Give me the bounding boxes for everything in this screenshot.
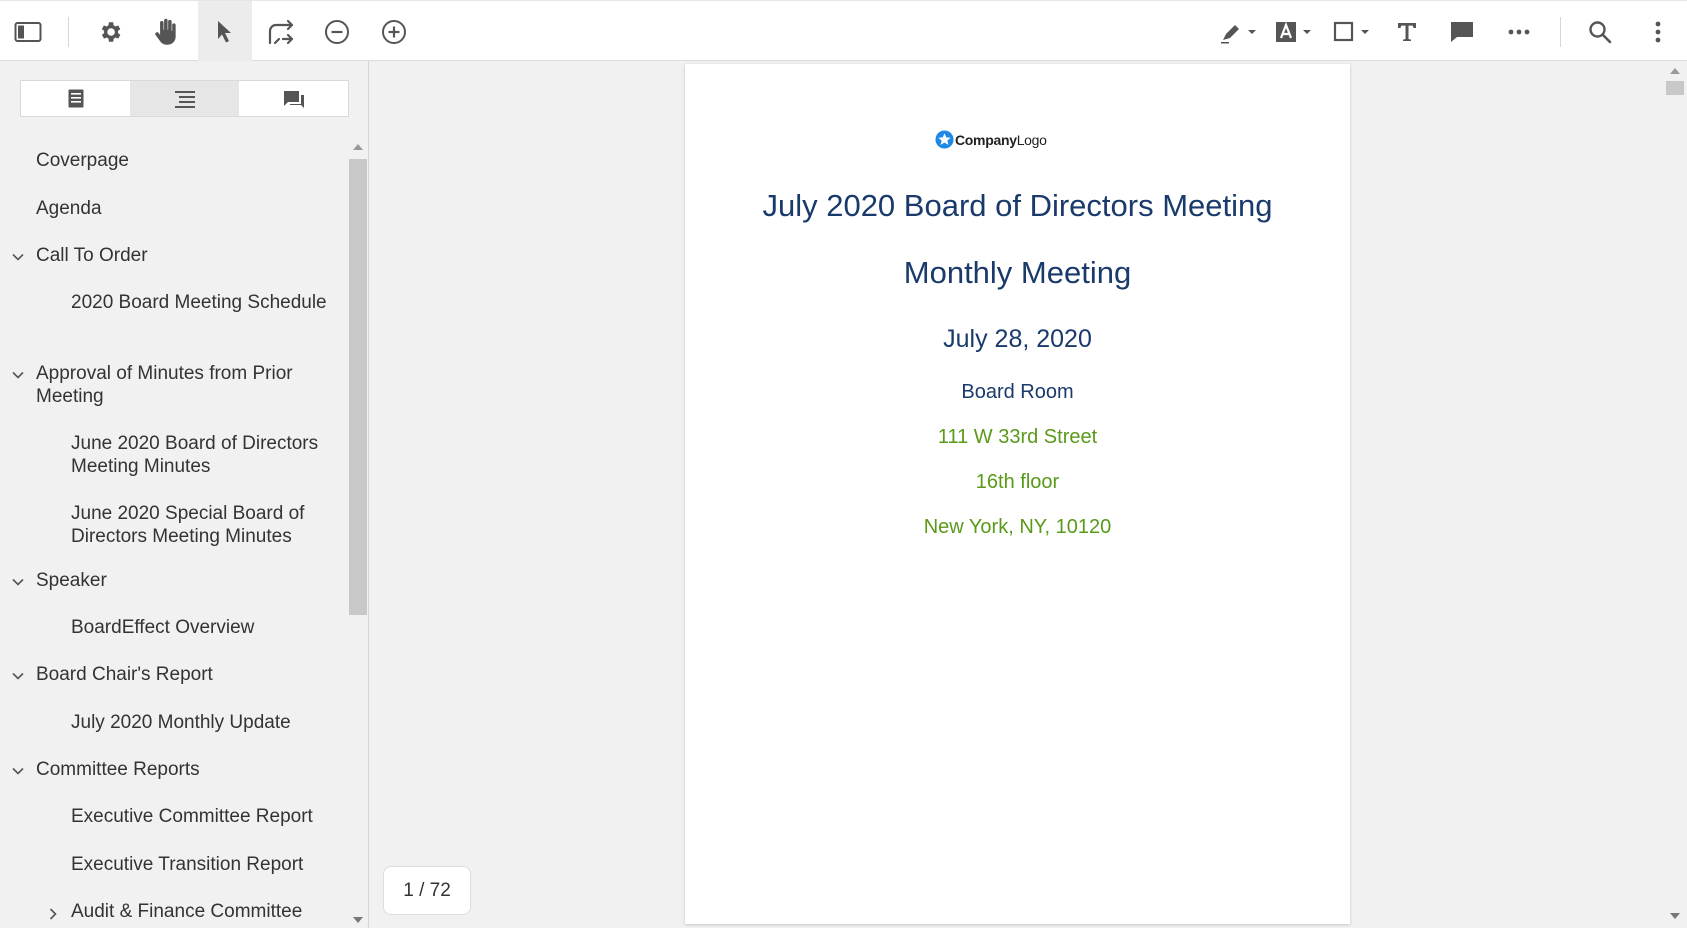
page-transition-icon xyxy=(268,19,294,44)
chevron-down-icon[interactable] xyxy=(11,669,25,683)
gear-icon xyxy=(101,21,121,42)
zoom-in-icon xyxy=(382,19,406,44)
zoom-out-icon xyxy=(325,19,349,44)
thumbnails-icon xyxy=(68,89,83,108)
comment-icon xyxy=(1451,21,1473,42)
toolbar-divider-right xyxy=(1560,17,1561,47)
outline-item-june-board-minutes[interactable]: June 2020 Board of Directors Meeting Min… xyxy=(71,432,341,478)
more-tools-button[interactable] xyxy=(1497,1,1541,62)
outline-item-call-to-order[interactable]: Call To Order xyxy=(36,244,326,267)
document-page: Company Logo July 2020 Board of Directors… xyxy=(685,64,1350,924)
pointer-select-icon xyxy=(218,20,231,42)
outline-icon xyxy=(174,90,195,108)
zoom-out-button[interactable] xyxy=(315,1,359,62)
doc-scroll-up-arrow-icon[interactable] xyxy=(1670,68,1680,74)
toolbar-divider xyxy=(68,17,69,47)
more-vertical-icon xyxy=(1655,21,1661,42)
settings-button[interactable] xyxy=(88,1,132,62)
address-line-2: 16th floor xyxy=(975,471,1060,493)
sidebar-tabs xyxy=(20,80,349,117)
comments-icon xyxy=(283,90,304,108)
outline-list: Coverpage Agenda Call To Order 2020 Boar… xyxy=(0,141,348,928)
toolbar xyxy=(0,0,1687,62)
outline-item-committee-reports[interactable]: Committee Reports xyxy=(36,758,326,781)
outline-item-audit-finance-committee[interactable]: Audit & Finance Committee xyxy=(71,900,341,923)
outline-item-approval-of-minutes[interactable]: Approval of Minutes from Prior Meeting xyxy=(36,362,326,408)
scroll-up-arrow-icon[interactable] xyxy=(353,144,363,150)
document-scroll-thumb[interactable] xyxy=(1666,81,1684,95)
logo-text-bold: Company xyxy=(955,131,1017,148)
left-panel: Coverpage Agenda Call To Order 2020 Boar… xyxy=(0,61,369,928)
search-icon xyxy=(1589,20,1612,43)
page-counter[interactable]: 1 / 72 xyxy=(383,866,471,915)
hand-pan-icon xyxy=(155,18,176,45)
rectangle-shape-icon xyxy=(1333,21,1369,41)
address-line-3: New York, NY, 10120 xyxy=(923,516,1112,538)
search-button[interactable] xyxy=(1578,1,1622,62)
company-logo: Company Logo xyxy=(935,130,1047,149)
outline-item-executive-transition-report[interactable]: Executive Transition Report xyxy=(71,853,341,876)
highlighter-icon xyxy=(1221,24,1256,43)
outline-item-speaker[interactable]: Speaker xyxy=(36,569,326,592)
overflow-menu-button[interactable] xyxy=(1640,1,1676,62)
chevron-down-icon[interactable] xyxy=(11,368,25,382)
page-counter-label: 1 / 72 xyxy=(403,879,451,901)
address-line-1: 111 W 33rd Street xyxy=(937,426,1098,448)
logo-text: Logo xyxy=(1016,131,1047,148)
text-tool-button[interactable] xyxy=(1385,1,1429,62)
star-badge-icon xyxy=(935,130,954,149)
tab-comments[interactable] xyxy=(239,81,348,116)
more-horizontal-icon xyxy=(1508,29,1530,34)
chevron-down-icon[interactable] xyxy=(11,250,25,264)
outline-scroll-thumb[interactable] xyxy=(349,159,367,615)
outline-item-executive-committee-report[interactable]: Executive Committee Report xyxy=(71,805,341,828)
outline-item-agenda[interactable]: Agenda xyxy=(36,197,326,220)
outline-item-boardeffect-overview[interactable]: BoardEffect Overview xyxy=(71,616,341,639)
outline-item-july-monthly-update[interactable]: July 2020 Monthly Update xyxy=(71,711,341,734)
outline-item-june-special-minutes[interactable]: June 2020 Special Board of Directors Mee… xyxy=(71,502,341,548)
pan-tool-button[interactable] xyxy=(145,1,189,62)
chevron-down-icon[interactable] xyxy=(11,575,25,589)
chevron-down-icon[interactable] xyxy=(11,764,25,778)
select-tool-button[interactable] xyxy=(198,1,252,62)
page-transition-button[interactable] xyxy=(259,1,303,62)
chevron-right-icon[interactable] xyxy=(46,907,60,921)
outline-item-board-meeting-schedule[interactable]: 2020 Board Meeting Schedule xyxy=(71,291,341,314)
scroll-down-arrow-icon[interactable] xyxy=(353,917,363,923)
outline-item-board-chair-report[interactable]: Board Chair's Report xyxy=(36,663,326,686)
text-tool-icon xyxy=(1398,22,1416,41)
tab-outline[interactable] xyxy=(130,81,239,116)
zoom-in-button[interactable] xyxy=(372,1,416,62)
highlighter-tool-button[interactable] xyxy=(1215,1,1263,62)
tab-thumbnails[interactable] xyxy=(21,81,130,116)
comment-tool-button[interactable] xyxy=(1440,1,1484,62)
meeting-date: July 28, 2020 xyxy=(943,325,1092,353)
doc-scroll-down-arrow-icon[interactable] xyxy=(1670,913,1680,919)
meeting-room: Board Room xyxy=(961,381,1074,403)
meeting-subtitle: Monthly Meeting xyxy=(903,255,1132,290)
text-highlight-icon xyxy=(1276,21,1311,42)
sidebar-toggle-icon xyxy=(14,21,42,42)
outline-item-coverpage[interactable]: Coverpage xyxy=(36,149,326,172)
text-highlight-tool-button[interactable] xyxy=(1270,1,1318,62)
shape-tool-button[interactable] xyxy=(1328,1,1376,62)
sidebar-toggle-button[interactable] xyxy=(6,1,50,62)
meeting-title: July 2020 Board of Directors Meeting xyxy=(762,188,1273,223)
